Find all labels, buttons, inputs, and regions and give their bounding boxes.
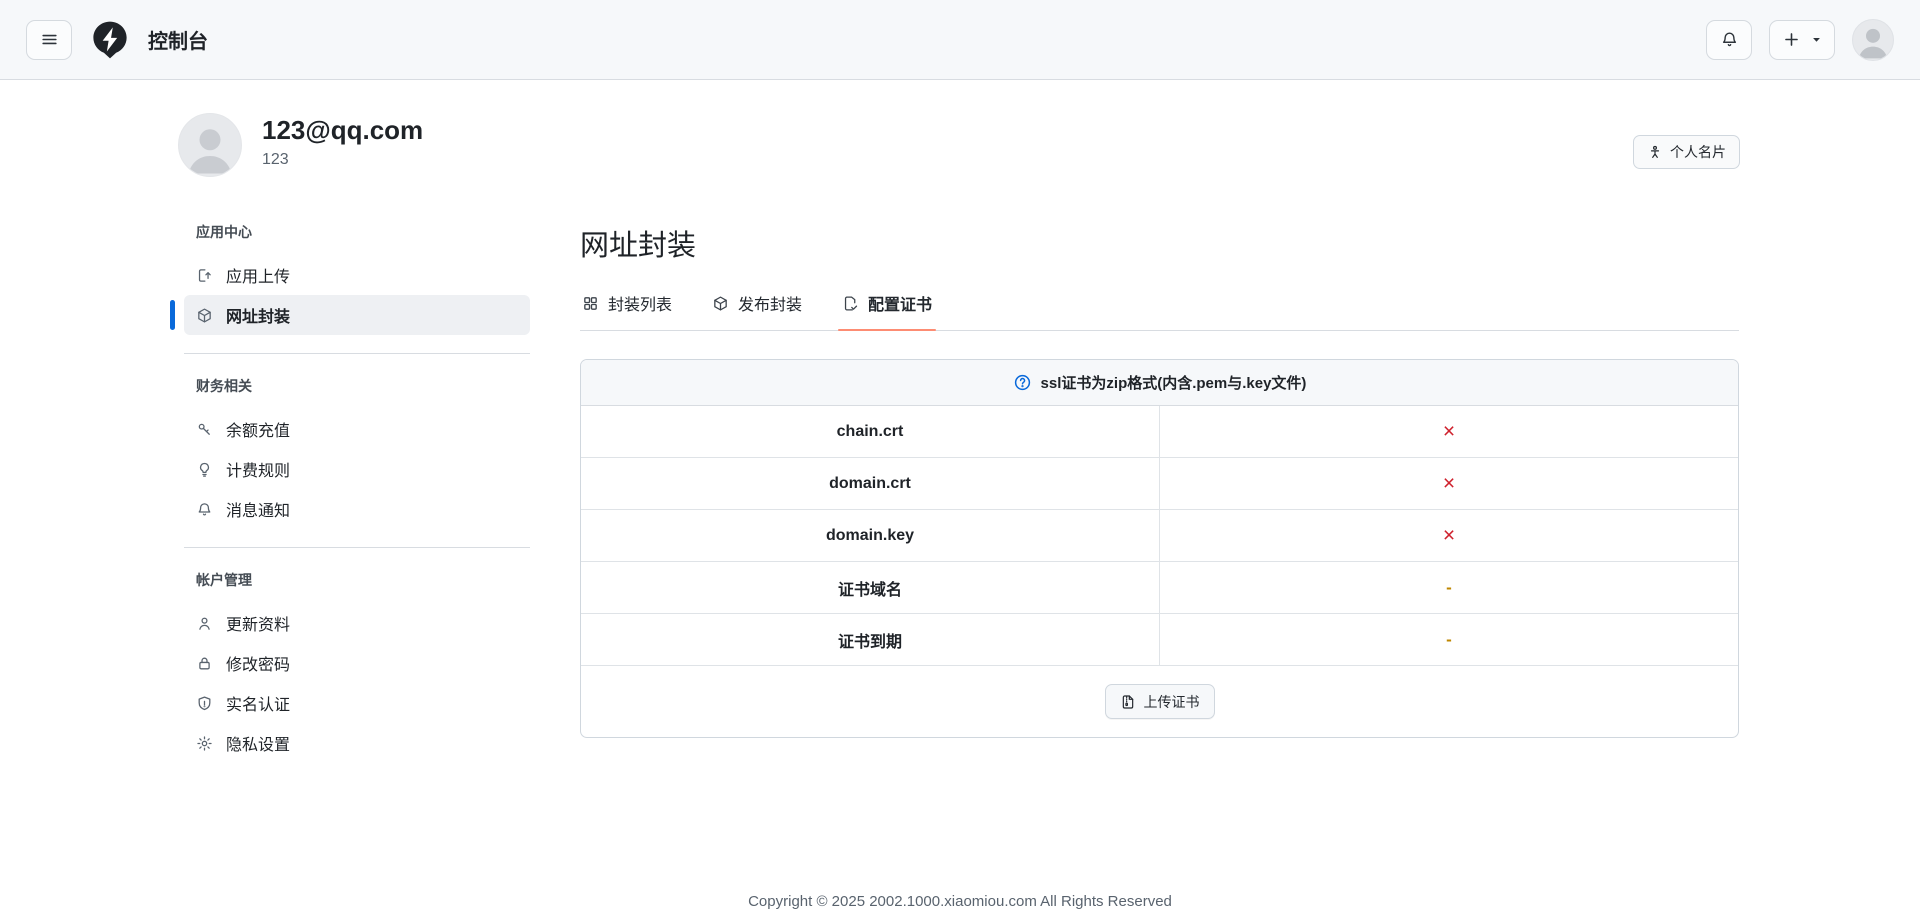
upload-certificate-label: 上传证书 — [1143, 693, 1200, 710]
cert-field-name: chain.crt — [581, 406, 1160, 457]
notifications-button[interactable] — [1706, 19, 1752, 60]
upload-certificate-button[interactable]: 上传证书 — [1104, 684, 1215, 719]
tab-configure-certificate[interactable]: 配置证书 — [838, 285, 937, 331]
sidebar-item-change-password[interactable]: 修改密码 — [184, 643, 530, 683]
tab-label: 发布封装 — [738, 297, 803, 314]
personal-card-button[interactable]: 个人名片 — [1633, 135, 1740, 169]
certificate-hint-row: ssl证书为zip格式(内含.pem与.key文件) — [581, 360, 1738, 406]
main-content: 网址封装 封装列表 发布封装 配置证书 ssl证书为zip格式(内含.pem与.… — [580, 222, 1739, 738]
sidebar-item-label: 应用上传 — [226, 269, 291, 286]
plus-icon — [1782, 30, 1801, 49]
page-title: 网址封装 — [580, 230, 697, 262]
hamburger-menu-button[interactable] — [26, 19, 72, 60]
tab-label: 封装列表 — [608, 297, 673, 314]
tab-label: 配置证书 — [868, 297, 933, 314]
sidebar-item-privacy-settings[interactable]: 隐私设置 — [184, 723, 530, 763]
app-title: 控制台 — [148, 31, 208, 53]
cert-field-name: 证书到期 — [581, 614, 1160, 665]
profile-username: 123 — [262, 150, 289, 168]
key-icon — [196, 421, 213, 438]
status-missing-mark: × — [1442, 472, 1456, 495]
status-missing-mark: × — [1442, 420, 1456, 443]
sidebar-group-account: 帐户管理 更新资料 修改密码 实名认证 隐私设置 — [184, 547, 530, 781]
personal-card-label: 个人名片 — [1670, 144, 1726, 160]
sidebar-item-app-upload[interactable]: 应用上传 — [184, 255, 530, 295]
tab-package-list[interactable]: 封装列表 — [580, 285, 674, 330]
gear-icon — [196, 735, 213, 752]
certificate-hint-text: ssl证书为zip格式(内含.pem与.key文件) — [1040, 375, 1307, 392]
bell-icon — [196, 501, 213, 518]
certificate-table: ssl证书为zip格式(内含.pem与.key文件) chain.crt × d… — [580, 359, 1739, 738]
create-new-button[interactable] — [1769, 19, 1835, 60]
sidebar-item-label: 修改密码 — [226, 657, 291, 674]
sidebar-item-label: 消息通知 — [226, 503, 291, 520]
person-icon — [196, 615, 213, 632]
sidebar-item-label: 余额充值 — [226, 423, 291, 440]
question-circle-icon — [1013, 373, 1032, 392]
copyright-text: Copyright © 2025 2002.1000.xiaomiou.com … — [748, 893, 1172, 910]
status-empty-mark: - — [1446, 578, 1452, 597]
table-row: domain.crt × — [581, 458, 1738, 510]
sidebar-item-billing-rules[interactable]: 计费规则 — [184, 449, 530, 489]
person-card-icon — [1647, 144, 1663, 160]
sidebar-item-label: 隐私设置 — [226, 737, 291, 754]
cert-field-name: domain.key — [581, 510, 1160, 561]
app-upload-icon — [196, 267, 213, 284]
table-row: domain.key × — [581, 510, 1738, 562]
tab-publish-package[interactable]: 发布封装 — [710, 285, 804, 330]
package-icon — [196, 307, 213, 324]
lock-icon — [196, 655, 213, 672]
sidebar-group-header: 帐户管理 — [196, 572, 252, 588]
tab-bar: 封装列表 发布封装 配置证书 — [580, 285, 1739, 331]
caret-down-icon — [1811, 34, 1822, 45]
sidebar-item-url-package[interactable]: 网址封装 — [170, 295, 530, 335]
sidebar-item-label: 计费规则 — [226, 463, 291, 480]
cert-field-name: 证书域名 — [581, 562, 1160, 613]
cert-field-name: domain.crt — [581, 458, 1160, 509]
sidebar-item-label: 实名认证 — [226, 697, 291, 714]
shield-icon — [196, 695, 213, 712]
file-check-icon — [842, 295, 859, 312]
profile-email: 123@qq.com — [262, 115, 424, 145]
sidebar-item-balance-recharge[interactable]: 余额充值 — [184, 409, 530, 449]
table-row: chain.crt × — [581, 406, 1738, 458]
top-navbar: 控制台 — [0, 0, 1920, 80]
grid-icon — [582, 295, 599, 312]
profile-avatar — [178, 113, 242, 177]
sidebar-group-finance: 财务相关 余额充值 计费规则 消息通知 — [184, 353, 530, 547]
sidebar-item-notifications[interactable]: 消息通知 — [184, 489, 530, 529]
sidebar-group-app-center: 应用中心 应用上传 网址封装 — [170, 222, 530, 353]
sidebar-item-update-profile[interactable]: 更新资料 — [184, 603, 530, 643]
sidebar-group-header: 应用中心 — [196, 224, 252, 240]
package-icon — [712, 295, 729, 312]
profile-header: 123@qq.com 123 个人名片 — [178, 113, 1740, 177]
status-missing-mark: × — [1442, 524, 1456, 547]
status-empty-mark: - — [1446, 630, 1452, 649]
hamburger-menu-icon — [40, 30, 59, 49]
file-zip-icon — [1120, 694, 1136, 710]
sidebar-item-label: 网址封装 — [226, 309, 291, 326]
sidebar-item-identity-verification[interactable]: 实名认证 — [184, 683, 530, 723]
sidebar-group-header: 财务相关 — [196, 378, 252, 394]
sidebar-item-label: 更新资料 — [226, 617, 291, 634]
lightbulb-icon — [196, 461, 213, 478]
table-row: 证书域名 - — [581, 562, 1738, 614]
bell-icon — [1720, 30, 1739, 49]
user-avatar[interactable] — [1852, 18, 1894, 61]
table-footer: 上传证书 — [581, 666, 1738, 737]
lightning-pin-logo — [89, 19, 131, 61]
table-row: 证书到期 - — [581, 614, 1738, 666]
sidebar: 应用中心 应用上传 网址封装 财务相关 余额充值 计费规则 消息通知 帐户管理 … — [170, 222, 530, 781]
